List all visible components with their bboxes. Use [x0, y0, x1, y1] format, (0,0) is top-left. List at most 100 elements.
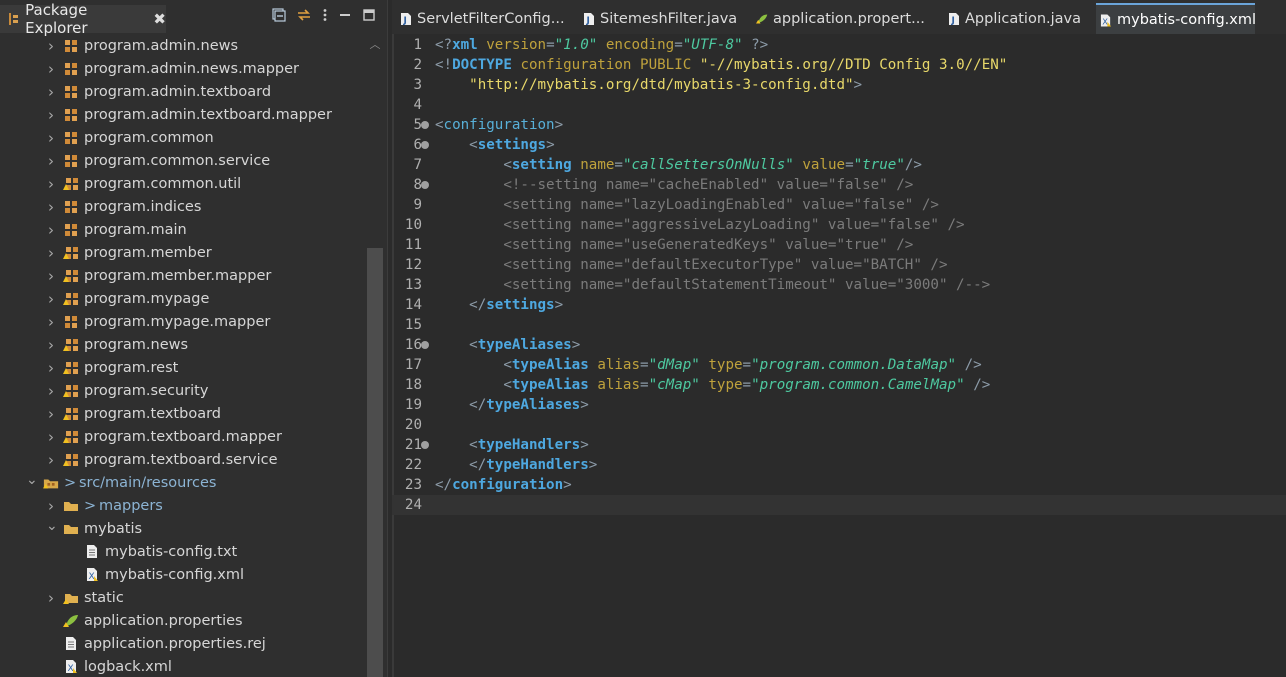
code-line[interactable]: 1 <?xml version="1.0" encoding="UTF-8" ?> [392, 35, 1286, 55]
maximize-icon[interactable] [362, 8, 376, 26]
chevron-right-icon[interactable]: › [46, 221, 56, 239]
editor-tab[interactable]: Xmybatis-config.xml [1096, 3, 1256, 35]
tree-item[interactable]: › program.member.mapper [0, 264, 364, 287]
tree-item[interactable]: › program.common [0, 126, 364, 149]
explorer-scrollbar[interactable]: ︿ [364, 34, 386, 677]
tree-item[interactable]: › program.mypage.mapper [0, 310, 364, 333]
tree-item[interactable]: ⌄ mybatis [0, 517, 364, 540]
chevron-right-icon[interactable]: › [46, 290, 56, 308]
code-text: </typeAliases> [435, 395, 589, 415]
tree-item[interactable]: ⌄ > src/main/resources [0, 471, 364, 494]
tree-item[interactable]: › program.admin.news.mapper [0, 57, 364, 80]
code-line[interactable]: 9 <setting name="lazyLoadingEnabled" val… [392, 195, 1286, 215]
tree-item[interactable]: › program.textboard.service [0, 448, 364, 471]
tree-item[interactable]: Xlogback.xml [0, 655, 364, 677]
collapse-all-icon[interactable] [272, 8, 286, 26]
code-line[interactable]: 19 </typeAliases> [392, 395, 1286, 415]
tree-item[interactable]: › program.rest [0, 356, 364, 379]
xml-editor[interactable]: 1 <?xml version="1.0" encoding="UTF-8" ?>… [392, 34, 1286, 677]
code-line[interactable]: 20 [392, 415, 1286, 435]
code-line[interactable]: 4 [392, 95, 1286, 115]
link-with-editor-icon[interactable] [296, 8, 312, 26]
fold-toggle-icon[interactable] [421, 181, 429, 189]
tree-item[interactable]: › program.common.service [0, 149, 364, 172]
code-line[interactable]: 22 </typeHandlers> [392, 455, 1286, 475]
tree-item[interactable]: › program.mypage [0, 287, 364, 310]
tree-item[interactable]: › program.common.util [0, 172, 364, 195]
code-line[interactable]: 3 "http://mybatis.org/dtd/mybatis-3-conf… [392, 75, 1286, 95]
chevron-right-icon[interactable]: › [46, 198, 56, 216]
tree-item[interactable]: › program.textboard.mapper [0, 425, 364, 448]
code-line[interactable]: 16 <typeAliases> [392, 335, 1286, 355]
fold-toggle-icon[interactable] [421, 441, 429, 449]
code-line[interactable]: 18 <typeAlias alias="cMap" type="program… [392, 375, 1286, 395]
chevron-right-icon[interactable]: › [46, 428, 56, 446]
tree-item[interactable]: › program.member [0, 241, 364, 264]
tree-item[interactable]: › program.main [0, 218, 364, 241]
chevron-right-icon[interactable]: › [46, 382, 56, 400]
code-line[interactable]: 11 <setting name="useGeneratedKeys" valu… [392, 235, 1286, 255]
chevron-right-icon[interactable]: › [46, 152, 56, 170]
code-line[interactable]: 17 <typeAlias alias="dMap" type="program… [392, 355, 1286, 375]
code-line[interactable]: 23 </configuration> [392, 475, 1286, 495]
code-line[interactable]: 12 <setting name="defaultExecutorType" v… [392, 255, 1286, 275]
chevron-right-icon[interactable]: › [46, 336, 56, 354]
editor-tab[interactable]: J ServletFilterConfig... [396, 5, 575, 33]
code-line[interactable]: 14 </settings> [392, 295, 1286, 315]
chevron-down-icon[interactable]: ⌄ [46, 518, 58, 534]
chevron-right-icon[interactable]: › [46, 451, 56, 469]
tree-item[interactable]: › program.news [0, 333, 364, 356]
chevron-right-icon[interactable]: › [46, 313, 56, 331]
chevron-right-icon[interactable]: › [46, 405, 56, 423]
close-icon[interactable]: ✖ [153, 10, 166, 28]
tree-item[interactable]: › program.admin.textboard [0, 80, 364, 103]
code-line[interactable]: 7 <setting name="callSettersOnNulls" val… [392, 155, 1286, 175]
fold-toggle-icon[interactable] [421, 141, 429, 149]
tree-item[interactable]: application.properties.rej [0, 632, 364, 655]
code-line[interactable]: 6 <settings> [392, 135, 1286, 155]
chevron-down-icon[interactable]: ⌄ [26, 472, 38, 488]
package-explorer-tab[interactable]: Package Explorer ✖ [0, 1, 166, 37]
chevron-right-icon[interactable]: › [46, 359, 56, 377]
tree-item[interactable]: › static [0, 586, 364, 609]
code-line[interactable]: 21 <typeHandlers> [392, 435, 1286, 455]
code-line[interactable]: 5 <configuration> [392, 115, 1286, 135]
tree-item[interactable]: Xmybatis-config.xml [0, 563, 364, 586]
fold-toggle-icon[interactable] [421, 341, 429, 349]
tree-item[interactable]: › > mappers [0, 494, 364, 517]
editor-tab[interactable]: J Application.java [944, 5, 1093, 33]
tree-item[interactable]: mybatis-config.txt [0, 540, 364, 563]
scroll-up-icon[interactable]: ︿ [364, 36, 386, 54]
chevron-right-icon[interactable]: › [46, 244, 56, 262]
tree-item[interactable]: › program.textboard [0, 402, 364, 425]
chevron-right-icon[interactable]: › [46, 497, 56, 515]
view-menu-icon[interactable] [322, 8, 328, 26]
minimize-icon[interactable] [338, 8, 352, 26]
tree-item[interactable]: › program.indices [0, 195, 364, 218]
scrollbar-thumb[interactable] [367, 248, 383, 677]
chevron-right-icon[interactable]: › [46, 175, 56, 193]
code-line[interactable]: 10 <setting name="aggressiveLazyLoading"… [392, 215, 1286, 235]
fold-toggle-icon[interactable] [421, 121, 429, 129]
chevron-right-icon[interactable]: › [46, 37, 56, 55]
code-line[interactable]: 2 <!DOCTYPE configuration PUBLIC "-//myba… [392, 55, 1286, 75]
chevron-right-icon[interactable]: › [46, 267, 56, 285]
tree-item[interactable]: › program.security [0, 379, 364, 402]
chevron-right-icon[interactable]: › [46, 129, 56, 147]
code-line[interactable]: 8 <!--setting name="cacheEnabled" value=… [392, 175, 1286, 195]
tree-item-label: program.common [84, 129, 214, 146]
tree-item[interactable]: › program.admin.textboard.mapper [0, 103, 364, 126]
code-line[interactable]: 15 [392, 315, 1286, 335]
chevron-right-icon[interactable]: › [46, 106, 56, 124]
tree-item[interactable]: › program.admin.news [0, 34, 364, 57]
tree-item[interactable]: application.properties [0, 609, 364, 632]
editor-tab[interactable]: J SitemeshFilter.java [579, 5, 748, 33]
code-line[interactable]: 13 <setting name="defaultStatementTimeou… [392, 275, 1286, 295]
chevron-right-icon[interactable]: › [46, 589, 56, 607]
tree-item-label: program.textboard.mapper [84, 428, 282, 445]
code-line[interactable]: 24 [392, 495, 1286, 515]
chevron-right-icon[interactable]: › [46, 83, 56, 101]
editor-tab[interactable]: application.propert... [752, 5, 941, 33]
package-warn-icon [63, 383, 79, 399]
chevron-right-icon[interactable]: › [46, 60, 56, 78]
